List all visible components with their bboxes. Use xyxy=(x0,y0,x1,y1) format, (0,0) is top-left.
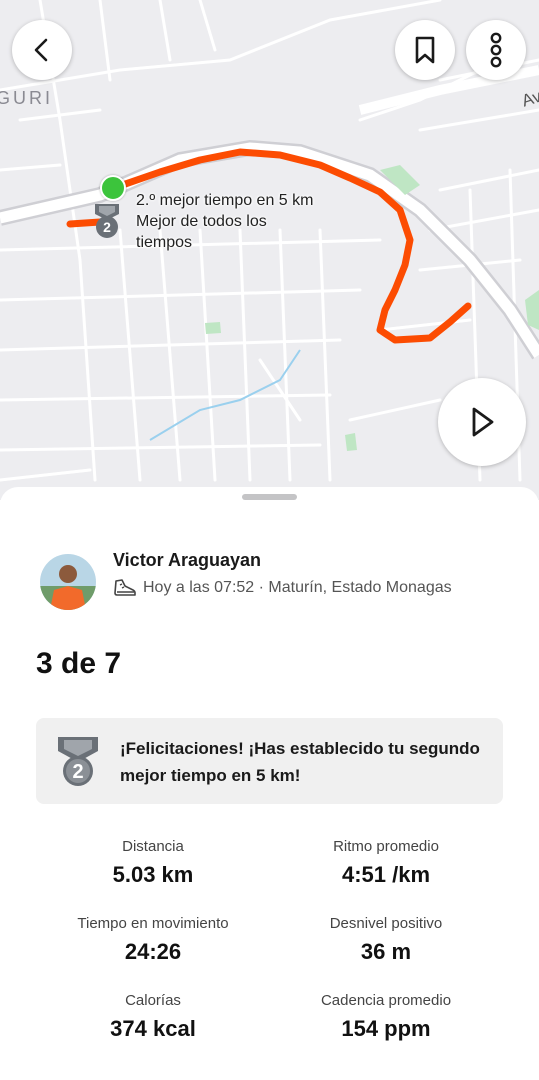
stat-value: 374 kcal xyxy=(110,1016,196,1041)
stat-value: 154 ppm xyxy=(341,1016,431,1041)
pr-label-line3: tiempos xyxy=(136,234,193,251)
medal-icon: 2 xyxy=(58,737,98,786)
stat-label: Cadencia promedio xyxy=(320,992,452,1009)
more-vertical-icon xyxy=(490,32,502,68)
pr-label-line1: 2.º mejor tiempo en 5 km xyxy=(136,192,314,209)
stat-label: Ritmo promedio xyxy=(333,838,439,855)
bookmark-icon xyxy=(415,36,435,64)
stat-avg-pace: Ritmo promedio 4:51 /km xyxy=(266,837,506,890)
athlete-name[interactable]: Victor Araguayan xyxy=(113,550,261,571)
pr-label: 2.º mejor tiempo en 5 km Mejor de todos … xyxy=(136,190,356,253)
activity-sheet: Victor Araguayan Hoy a las 07:52 · Matur… xyxy=(0,487,539,1080)
achievement-banner-text: ¡Felicitaciones! ¡Has establecido tu seg… xyxy=(120,739,480,785)
play-icon xyxy=(472,407,494,437)
pr-medal-icon[interactable]: 2 xyxy=(90,202,124,240)
back-button[interactable] xyxy=(12,20,72,80)
achievement-banner[interactable]: 2 ¡Felicitaciones! ¡Has establecido tu s… xyxy=(36,718,503,804)
stat-value: 4:51 /km xyxy=(341,862,431,887)
running-shoe-icon xyxy=(114,579,136,596)
avatar[interactable] xyxy=(40,554,96,610)
more-options-button[interactable] xyxy=(466,20,526,80)
stat-avg-cadence: Cadencia promedio 154 ppm xyxy=(266,991,506,1044)
pr-medal-number: 2 xyxy=(103,219,111,235)
stat-calories: Calorías 374 kcal xyxy=(33,991,273,1044)
activity-time-location: Hoy a las 07:52 · Maturín, Estado Monaga… xyxy=(143,579,452,596)
map-text-guri: GURI xyxy=(0,88,53,108)
stat-label: Desnivel positivo xyxy=(329,915,443,932)
achievement-count: 3 de 7 xyxy=(36,647,122,680)
stat-elevation-gain: Desnivel positivo 36 m xyxy=(266,914,506,967)
stat-value: 24:26 xyxy=(124,939,182,964)
stat-distance: Distancia 5.03 km xyxy=(33,837,273,890)
sheet-drag-handle[interactable] xyxy=(242,494,297,500)
stat-label: Calorías xyxy=(125,992,181,1009)
stat-moving-time: Tiempo en movimiento 24:26 xyxy=(33,914,273,967)
stat-value: 5.03 km xyxy=(112,862,194,887)
chevron-left-icon xyxy=(34,38,48,62)
route-map[interactable]: 2 2.º mejor tiempo en 5 km Mejor de todo… xyxy=(0,0,539,500)
activity-meta: Hoy a las 07:52 · Maturín, Estado Monaga… xyxy=(113,577,452,599)
play-flyover-button[interactable] xyxy=(438,378,526,466)
start-marker xyxy=(100,175,126,201)
stat-label: Tiempo en movimiento xyxy=(77,915,229,932)
bookmark-button[interactable] xyxy=(395,20,455,80)
stat-label: Distancia xyxy=(122,838,184,855)
pr-label-line2: Mejor de todos los xyxy=(136,213,267,230)
stat-value: 36 m xyxy=(360,939,412,964)
banner-medal-number: 2 xyxy=(72,761,83,783)
